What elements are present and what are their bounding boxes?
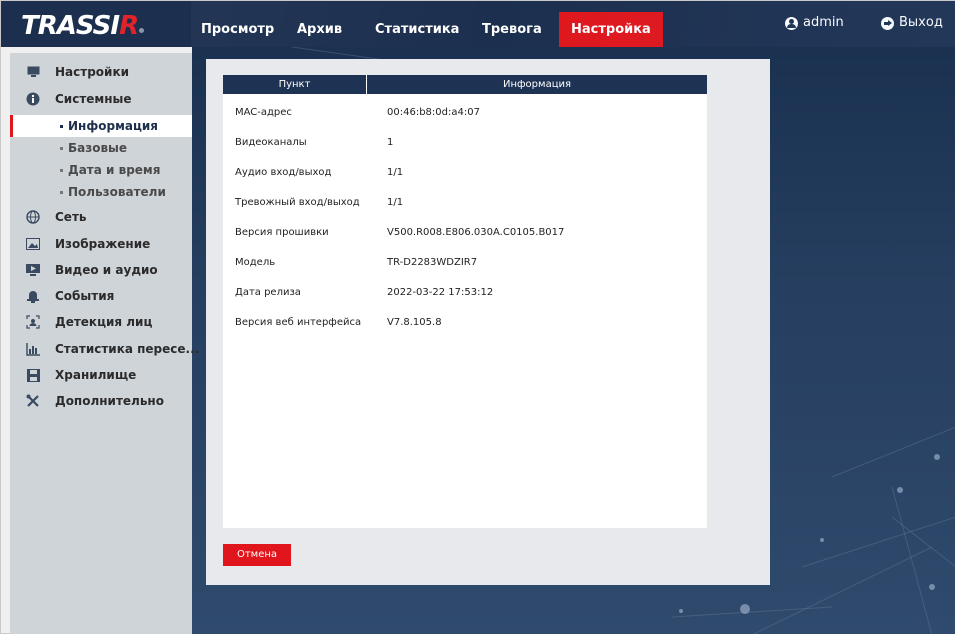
column-header-information: Информация [502, 79, 572, 90]
table-row: Версия веб интерфейса V7.8.105.8 [223, 314, 707, 334]
monitor-icon [26, 65, 40, 79]
table-row: Версия прошивки V500.R008.E806.030A.C010… [223, 224, 707, 244]
nav-tab-view[interactable]: Просмотр [189, 12, 286, 47]
row-key: MAC-адрес [235, 107, 292, 118]
sidebar-item-network[interactable]: Сеть [10, 206, 192, 228]
sidebar-subitem-date-time[interactable]: Дата и время [10, 159, 192, 181]
sidebar-item-crossing-stats[interactable]: Статистика пересе... [10, 338, 199, 360]
top-navigation-bar: TRASSIR Просмотр Архив Статистика Тревог… [1, 1, 955, 47]
row-value: TR-D2283WDZIR7 [387, 257, 478, 268]
column-header-item: Пункт [223, 75, 367, 94]
row-value: 1/1 [387, 167, 404, 178]
table-row: Модель TR-D2283WDZIR7 [223, 254, 707, 274]
user-menu[interactable]: admin [785, 11, 844, 35]
sidebar-item-label: Дополнительно [55, 394, 164, 408]
table-row: Аудио вход/выход 1/1 [223, 164, 707, 184]
sidebar-item-label: Настройки [55, 65, 130, 79]
sidebar-item-face-detection[interactable]: Детекция лиц [10, 311, 192, 333]
username-label: admin [803, 15, 844, 30]
nav-tab-archive[interactable]: Архив [285, 12, 354, 47]
cancel-button[interactable]: Отмена [223, 544, 291, 566]
sidebar-item-label: Системные [55, 92, 132, 106]
sidebar-item-storage[interactable]: Хранилище [10, 364, 192, 386]
globe-icon [26, 210, 40, 224]
table-row: Тревожный вход/выход 1/1 [223, 194, 707, 214]
row-key: Дата релиза [235, 287, 301, 298]
row-key: Видеоканалы [235, 137, 307, 148]
row-key: Модель [235, 257, 276, 268]
user-circle-icon [785, 16, 798, 30]
sidebar-subitem-label: Информация [68, 119, 158, 133]
sidebar-item-label: Хранилище [55, 368, 137, 382]
row-value: 2022-03-22 17:53:12 [387, 287, 494, 298]
table-row: MAC-адрес 00:46:b8:0d:a4:07 [223, 104, 707, 124]
sidebar-item-label: Изображение [55, 237, 151, 251]
row-value: V7.8.105.8 [387, 317, 442, 328]
logout-label: Выход [899, 15, 943, 30]
bar-stats-icon [26, 342, 40, 356]
sidebar-item-image[interactable]: Изображение [10, 233, 192, 255]
row-key: Аудио вход/выход [235, 167, 332, 178]
face-detect-icon [26, 315, 40, 329]
nav-tab-settings[interactable]: Настройка [559, 12, 663, 47]
sidebar-subitem-basic[interactable]: Базовые [10, 137, 192, 159]
video-icon [26, 263, 40, 277]
row-key: Версия веб интерфейса [235, 317, 362, 328]
logo-text: TRASSI [21, 11, 120, 41]
image-icon [26, 237, 40, 251]
row-value: 1/1 [387, 197, 404, 208]
sidebar-subitem-label: Дата и время [68, 163, 161, 177]
floppy-disk-icon [26, 368, 40, 382]
app-window: TRASSIR Просмотр Архив Статистика Тревог… [0, 0, 955, 634]
sidebar-item-settings[interactable]: Настройки [10, 61, 192, 83]
sidebar-item-label: Видео и аудио [55, 263, 158, 277]
sidebar-subitem-label: Пользователи [68, 185, 166, 199]
alarm-bell-icon [26, 289, 40, 303]
sidebar-item-system[interactable]: Системные [10, 88, 192, 110]
bullet-marker [60, 125, 63, 128]
sidebar-item-events[interactable]: События [10, 285, 192, 307]
row-value: 1 [387, 137, 394, 148]
trassir-logo: TRASSIR [21, 11, 145, 41]
nav-tab-alarm[interactable]: Тревога [470, 12, 554, 47]
row-key: Тревожный вход/выход [235, 197, 360, 208]
sidebar-subitem-users[interactable]: Пользователи [10, 181, 192, 203]
bullet-marker [60, 147, 63, 150]
row-value: 00:46:b8:0d:a4:07 [387, 107, 480, 118]
nav-tab-statistics[interactable]: Статистика [363, 12, 471, 47]
sidebar-subitem-information[interactable]: Информация [10, 115, 192, 137]
table-row: Видеоканалы 1 [223, 134, 707, 154]
sidebar-item-video-audio[interactable]: Видео и аудио [10, 259, 192, 281]
settings-sidebar: Настройки Системные Информация Базовые Д… [10, 53, 199, 634]
sidebar-item-label: События [55, 289, 115, 303]
row-value: V500.R008.E806.030A.C0105.B017 [387, 227, 565, 238]
sidebar-item-advanced[interactable]: Дополнительно [10, 390, 192, 412]
logout-button[interactable]: Выход [881, 11, 943, 35]
tools-icon [26, 394, 40, 408]
info-table-header: Пункт Информация [223, 75, 707, 94]
info-circle-icon [26, 92, 40, 106]
bullet-marker [60, 191, 63, 194]
logo-accent-letter: R [119, 11, 139, 41]
row-key: Версия прошивки [235, 227, 329, 238]
sidebar-item-label: Детекция лиц [55, 315, 153, 329]
sidebar-item-label: Сеть [55, 210, 87, 224]
sidebar-subitem-label: Базовые [68, 141, 128, 155]
table-row: Дата релиза 2022-03-22 17:53:12 [223, 284, 707, 304]
sidebar-item-label: Статистика пересе... [55, 342, 200, 356]
bullet-marker [60, 169, 63, 172]
logo-dot [139, 28, 145, 33]
logout-arrow-icon [881, 16, 894, 30]
